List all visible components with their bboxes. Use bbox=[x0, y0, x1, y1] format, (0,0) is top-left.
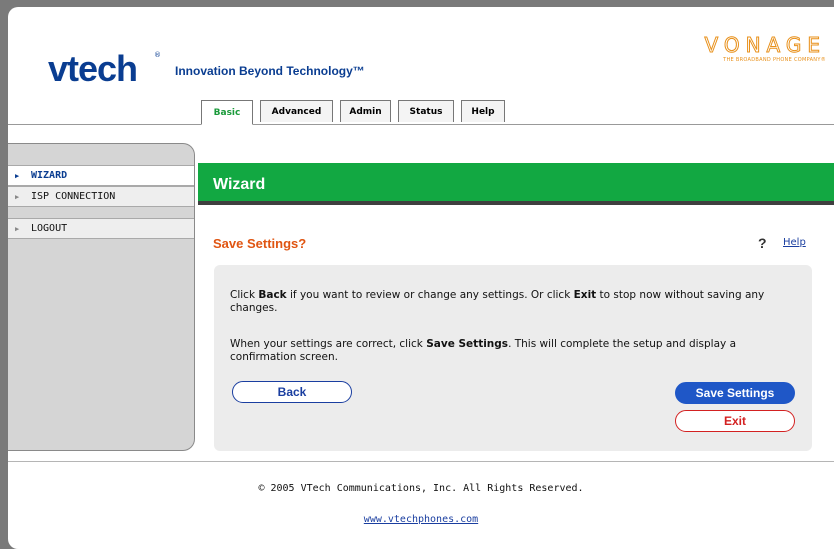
sidebar: ▶ WIZARD ▶ ISP CONNECTION ▶ LOGOUT bbox=[8, 143, 195, 451]
sidebar-item-label: WIZARD bbox=[31, 170, 68, 181]
page-title: Save Settings? bbox=[213, 236, 307, 251]
triangle-right-icon: ▶ bbox=[15, 192, 20, 201]
tab-advanced[interactable]: Advanced bbox=[260, 100, 333, 122]
question-mark-icon[interactable]: ? bbox=[758, 235, 767, 251]
sidebar-item-label: ISP CONNECTION bbox=[31, 191, 116, 202]
footer-divider bbox=[8, 461, 834, 462]
registered-mark: ® bbox=[154, 51, 161, 59]
sidebar-item-isp-connection[interactable]: ▶ ISP CONNECTION bbox=[8, 186, 194, 207]
instruction-paragraph-1: Click Back if you want to review or chan… bbox=[230, 289, 800, 315]
bold-back: Back bbox=[258, 289, 287, 301]
tab-help[interactable]: Help bbox=[461, 100, 505, 122]
section-title: Wizard bbox=[213, 176, 266, 193]
bold-exit: Exit bbox=[573, 289, 597, 301]
help-link[interactable]: Help bbox=[783, 237, 806, 248]
tab-status[interactable]: Status bbox=[398, 100, 454, 122]
triangle-right-icon: ▶ bbox=[15, 171, 20, 180]
vonage-wordmark: VONAGE bbox=[704, 33, 826, 57]
vtech-logo: vtech bbox=[48, 48, 138, 89]
bold-save-settings: Save Settings bbox=[426, 338, 509, 350]
vonage-subtitle: THE BROADBAND PHONE COMPANY® bbox=[723, 57, 826, 63]
vonage-logo: VONAGE THE BROADBAND PHONE COMPANY® bbox=[676, 33, 826, 64]
save-settings-button[interactable]: Save Settings bbox=[675, 382, 795, 404]
sidebar-item-logout[interactable]: ▶ LOGOUT bbox=[8, 218, 194, 239]
main-tabs: Basic Advanced Admin Status Help bbox=[201, 100, 512, 125]
triangle-right-icon: ▶ bbox=[15, 224, 20, 233]
text-run: When your settings are correct, click bbox=[230, 338, 427, 350]
sidebar-item-label: LOGOUT bbox=[31, 223, 68, 234]
tagline: Innovation Beyond Technology™ bbox=[175, 64, 365, 78]
exit-button[interactable]: Exit bbox=[675, 410, 795, 432]
text-run: if you want to review or change any sett… bbox=[286, 289, 574, 301]
text-run: Click bbox=[230, 289, 259, 301]
router-admin-page: vtech ® Innovation Beyond Technology™ VO… bbox=[8, 7, 834, 549]
tab-basic[interactable]: Basic bbox=[201, 100, 253, 125]
instruction-paragraph-2: When your settings are correct, click Sa… bbox=[230, 338, 800, 364]
back-button[interactable]: Back bbox=[232, 381, 352, 403]
sidebar-item-wizard[interactable]: ▶ WIZARD bbox=[8, 165, 194, 186]
website-link[interactable]: www.vtechphones.com bbox=[8, 514, 834, 525]
tab-admin[interactable]: Admin bbox=[340, 100, 391, 122]
copyright-text: © 2005 VTech Communications, Inc. All Ri… bbox=[258, 483, 584, 494]
section-header-bar bbox=[198, 163, 834, 205]
